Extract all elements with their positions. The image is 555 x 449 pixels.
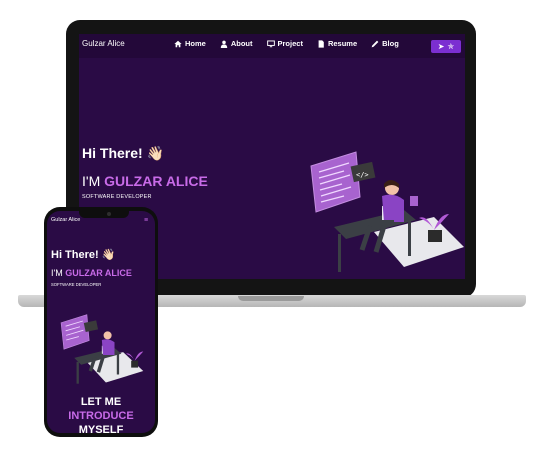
pen-icon: [371, 40, 379, 48]
monitor-icon: [266, 39, 275, 48]
nav-item-blog[interactable]: Blog: [371, 39, 399, 48]
phone-brand-logo[interactable]: Gulzar Alice: [51, 217, 80, 223]
phone-hero-name: I'M GULZAR ALICE: [51, 268, 132, 278]
document-icon: [317, 39, 325, 48]
send-icon: ➤: [437, 42, 445, 51]
developer-illustration: </>: [310, 151, 464, 272]
phone-hero-greeting: Hi There! 👋🏻: [51, 249, 116, 261]
hero-name-highlight: GULZAR ALICE: [104, 173, 208, 189]
hero-name-prefix: I'M: [82, 173, 105, 189]
nav-label-home: Home: [185, 39, 206, 48]
phone-notch: [79, 211, 129, 218]
laptop-hinge-notch: [238, 296, 304, 301]
introduce-heading: LET ME INTRODUCE MYSELF: [47, 395, 155, 433]
camera-icon: [107, 212, 111, 216]
nav-item-about[interactable]: About: [220, 39, 253, 48]
person-icon: [220, 40, 228, 48]
star-icon: ✯: [447, 42, 455, 51]
phone-screen: Gulzar Alice ≡ Hi There! 👋🏻 I'M GULZAR A…: [47, 211, 155, 433]
hamburger-icon[interactable]: ≡: [144, 217, 148, 224]
nav-label-about: About: [230, 39, 253, 48]
cta-line-3: MYSELF: [78, 424, 124, 433]
phone-hero-name-highlight: GULZAR ALICE: [65, 268, 132, 278]
nav-item-resume[interactable]: Resume: [317, 39, 357, 48]
brand-logo[interactable]: Gulzar Alice: [82, 39, 125, 48]
hero-name: I'M GULZAR ALICE: [82, 173, 208, 189]
nav-label-project: Project: [277, 39, 303, 48]
navbar: Gulzar Alice Home About Project Resume B…: [79, 34, 465, 58]
nav-item-project[interactable]: Project: [266, 39, 303, 48]
home-icon: [174, 40, 182, 48]
phone-hero-name-prefix: I'M: [51, 268, 66, 278]
phone-hero-role: SOFTWARE DEVELOPER: [51, 282, 102, 287]
nav-item-home[interactable]: Home: [174, 39, 206, 48]
nav-label-resume: Resume: [327, 39, 358, 48]
cta-line-1: LET ME: [80, 396, 122, 408]
hero-greeting: Hi There! 👋🏻: [82, 145, 164, 161]
theme-toggle-button[interactable]: ➤ ✯: [431, 40, 461, 53]
nav-links: Home About Project Resume Blog: [174, 39, 399, 48]
hero-role: SOFTWARE DEVELOPER: [82, 194, 152, 200]
cta-line-2: INTRODUCE: [68, 410, 134, 422]
nav-label-blog: Blog: [382, 39, 399, 48]
phone-developer-illustration: [60, 314, 144, 384]
svg-text:</>: </>: [356, 171, 369, 179]
